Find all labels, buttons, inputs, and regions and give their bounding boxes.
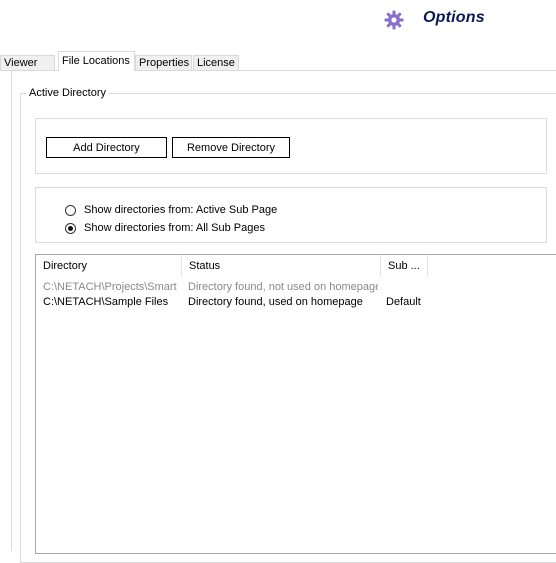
- tab-viewer[interactable]: Viewer: [0, 55, 55, 71]
- column-separator[interactable]: [427, 255, 428, 277]
- add-directory-button[interactable]: Add Directory: [46, 137, 167, 158]
- radio-unchecked-icon[interactable]: [65, 204, 76, 216]
- table-cell-directory[interactable]: C:\NETACH\Projects\Smart: [43, 281, 179, 293]
- page-title: Options: [423, 9, 485, 26]
- table-cell-sub[interactable]: Default: [386, 296, 426, 308]
- tab-license[interactable]: License: [193, 55, 239, 71]
- group-label: Active Directory: [26, 87, 110, 99]
- radio-active-sub-page[interactable]: Show directories from: Active Sub Page: [65, 204, 277, 216]
- tab-page-border: [11, 71, 12, 551]
- tab-properties[interactable]: Properties: [135, 55, 192, 71]
- radio-label: Show directories from: Active Sub Page: [84, 204, 278, 216]
- column-header-status[interactable]: Status: [182, 255, 380, 277]
- column-header-sub[interactable]: Sub ...: [381, 255, 427, 277]
- radio-all-sub-pages[interactable]: Show directories from: All Sub Pages: [65, 222, 265, 234]
- gear-icon: [384, 10, 404, 30]
- tab-file-locations[interactable]: File Locations: [58, 51, 135, 71]
- table-cell-status[interactable]: Directory found, not used on homepage: [188, 281, 378, 293]
- table-cell-status[interactable]: Directory found, used on homepage: [188, 296, 378, 308]
- remove-directory-button[interactable]: Remove Directory: [172, 137, 290, 158]
- radio-label: Show directories from: All Sub Pages: [84, 222, 265, 234]
- radio-checked-icon[interactable]: [65, 222, 76, 234]
- directory-list[interactable]: Directory Status Sub ... C:\NETACH\Proje…: [35, 254, 556, 554]
- table-cell-directory[interactable]: C:\NETACH\Sample Files: [43, 296, 179, 308]
- column-header-directory[interactable]: Directory: [36, 255, 181, 277]
